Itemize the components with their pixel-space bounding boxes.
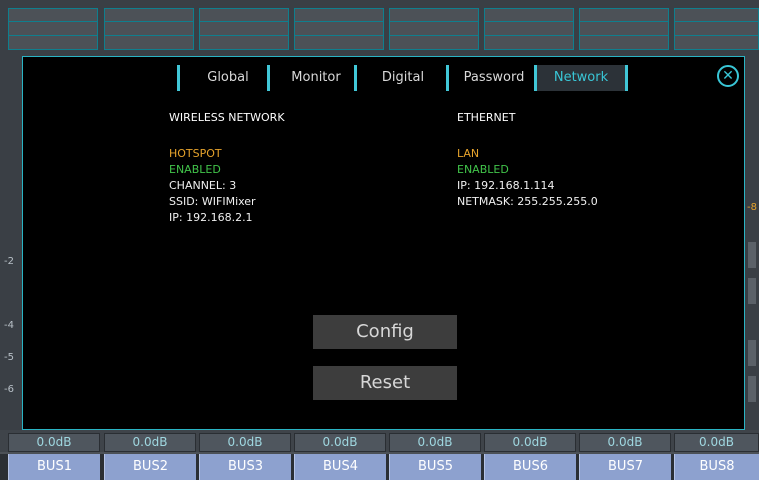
fader-cap[interactable] (748, 278, 756, 304)
channel-meter (8, 8, 98, 50)
tab-divider (354, 65, 357, 91)
bus-button-5[interactable]: BUS5 (389, 454, 481, 480)
bus-level: 0.0dB (8, 433, 100, 452)
bus-button-8[interactable]: BUS8 (674, 454, 759, 480)
scale-label: -6 (4, 384, 14, 395)
bus-button-7[interactable]: BUS7 (579, 454, 671, 480)
bus-level: 0.0dB (579, 433, 671, 452)
wireless-mode: HOTSPOT (169, 147, 222, 160)
wireless-ip: IP: 192.168.2.1 (169, 211, 253, 224)
channel-meter (294, 8, 384, 50)
ethernet-status: ENABLED (457, 163, 509, 176)
tab-network[interactable]: Network (537, 65, 625, 91)
channel-meter (104, 8, 194, 50)
tab-digital[interactable]: Digital (360, 65, 446, 91)
channel-meter (389, 8, 479, 50)
ethernet-ip: IP: 192.168.1.114 (457, 179, 555, 192)
scale-label: -4 (4, 320, 14, 331)
settings-tabs: Global Monitor Digital Password Network (23, 65, 744, 91)
tab-divider (625, 65, 628, 91)
wireless-section-title: WIRELESS NETWORK (169, 111, 285, 124)
bus-level: 0.0dB (389, 433, 481, 452)
tab-password[interactable]: Password (452, 65, 536, 91)
bus-selector-row: BUS1 BUS2 BUS3 BUS4 BUS5 BUS6 BUS7 BUS8 (0, 454, 759, 480)
fader-cap[interactable] (748, 340, 756, 366)
channel-meter (484, 8, 574, 50)
fader-cap[interactable] (748, 242, 756, 268)
scale-label: -5 (4, 352, 14, 363)
left-fader-rail: -2 -4 -5 -6 (0, 58, 22, 430)
close-icon[interactable]: ✕ (717, 65, 739, 87)
tab-divider (267, 65, 270, 91)
bus-level: 0.0dB (484, 433, 576, 452)
tab-global[interactable]: Global (183, 65, 273, 91)
config-button[interactable]: Config (313, 315, 457, 349)
bus-button-3[interactable]: BUS3 (199, 454, 291, 480)
channel-meter (199, 8, 289, 50)
right-fader-rail: -8 (745, 58, 759, 430)
bus-level: 0.0dB (674, 433, 759, 452)
bus-button-2[interactable]: BUS2 (104, 454, 196, 480)
bus-button-6[interactable]: BUS6 (484, 454, 576, 480)
scale-label: -2 (4, 256, 14, 267)
bus-level: 0.0dB (294, 433, 386, 452)
tab-divider (446, 65, 449, 91)
wireless-ssid: SSID: WIFIMixer (169, 195, 256, 208)
tab-monitor[interactable]: Monitor (273, 65, 359, 91)
tab-divider (177, 65, 180, 91)
ethernet-netmask: NETMASK: 255.255.255.0 (457, 195, 598, 208)
scale-label: -8 (747, 202, 757, 213)
channel-meter (579, 8, 669, 50)
bus-button-4[interactable]: BUS4 (294, 454, 386, 480)
fader-cap[interactable] (748, 376, 756, 402)
bus-level-row: 0.0dB 0.0dB 0.0dB 0.0dB 0.0dB 0.0dB 0.0d… (0, 430, 759, 452)
wireless-channel: CHANNEL: 3 (169, 179, 237, 192)
bus-button-1[interactable]: BUS1 (8, 454, 100, 480)
bus-level: 0.0dB (199, 433, 291, 452)
channel-meter-strip (0, 0, 759, 58)
bus-level: 0.0dB (104, 433, 196, 452)
wireless-status: ENABLED (169, 163, 221, 176)
reset-button[interactable]: Reset (313, 366, 457, 400)
settings-dialog: Global Monitor Digital Password Network … (22, 56, 745, 430)
ethernet-mode: LAN (457, 147, 480, 160)
channel-meter (674, 8, 759, 50)
ethernet-section-title: ETHERNET (457, 111, 516, 124)
